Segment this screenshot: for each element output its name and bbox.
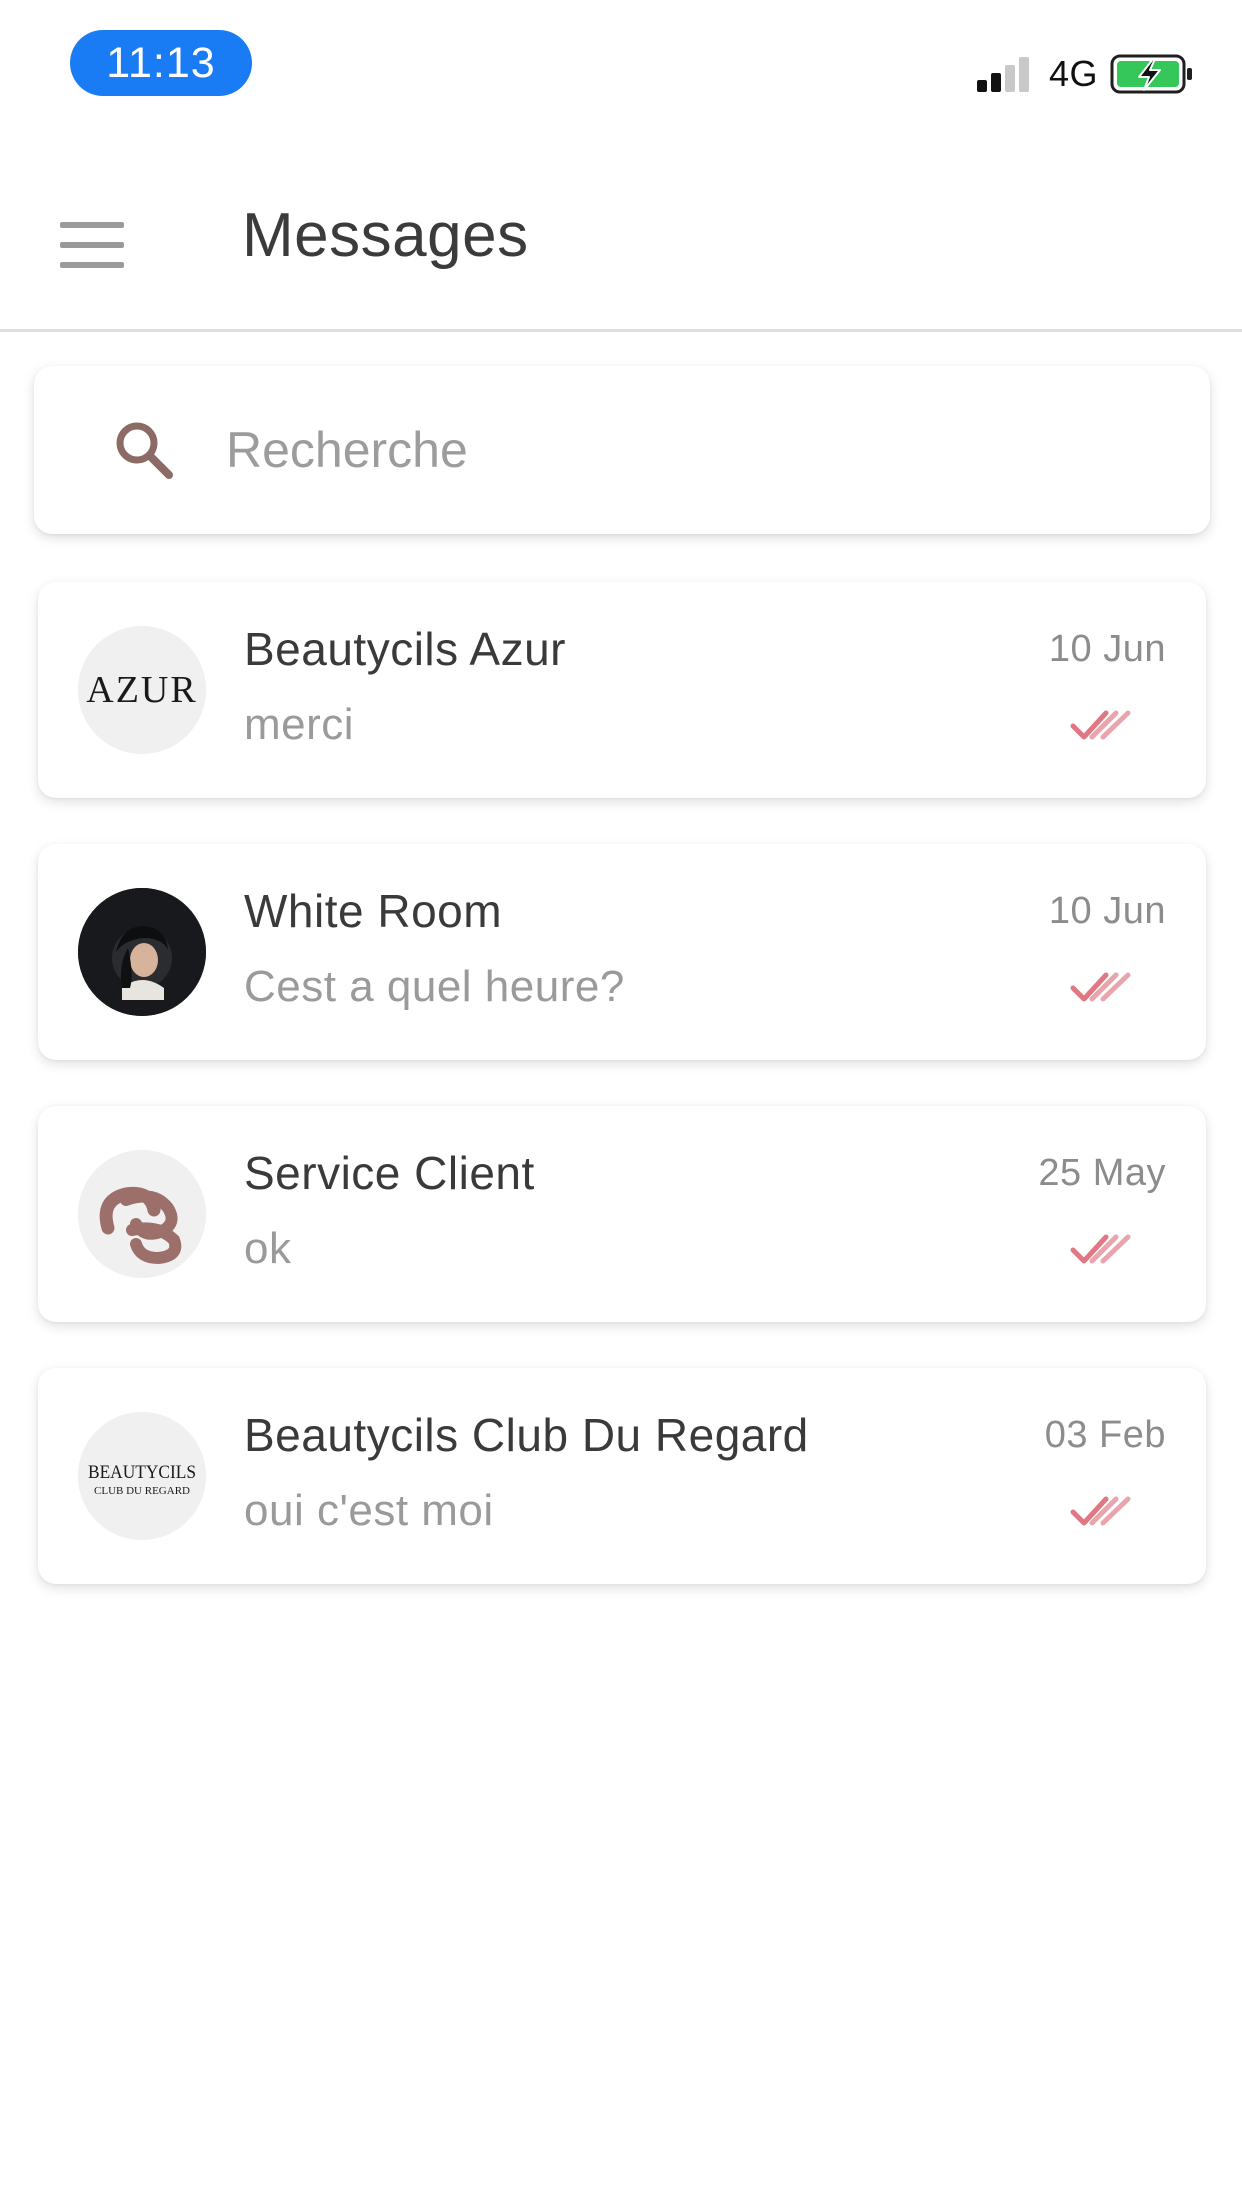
- hamburger-menu-icon[interactable]: [60, 222, 124, 268]
- conversation-preview: oui c'est moi: [244, 1486, 494, 1535]
- beautycils-logo-icon: BEAUTYCILS CLUB DU REGARD: [78, 1412, 206, 1540]
- page-title: Messages: [242, 201, 529, 270]
- avatar: [78, 888, 206, 1016]
- conversation-item-service-client[interactable]: Service Client ok 25 May: [38, 1106, 1206, 1322]
- avatar: BEAUTYCILS CLUB DU REGARD: [78, 1412, 206, 1540]
- profile-photo-icon: [78, 888, 206, 1016]
- conversation-date: 25 May: [1038, 1152, 1166, 1194]
- conversation-date: 10 Jun: [1048, 628, 1166, 670]
- status-indicators: 4G: [975, 52, 1194, 96]
- conversation-preview: ok: [244, 1224, 292, 1273]
- conversation-date: 03 Feb: [1044, 1414, 1166, 1456]
- search-input[interactable]: [226, 410, 1126, 490]
- search-icon: [116, 422, 173, 479]
- conversation-item-white-room[interactable]: White Room Cest a quel heure? 10 Jun: [38, 844, 1206, 1060]
- cb-monogram-logo-icon: [78, 1150, 206, 1278]
- avatar-logo-text: BEAUTYCILS: [88, 1462, 196, 1483]
- double-check-read-icon: [1070, 1234, 1131, 1264]
- conversation-preview: Cest a quel heure?: [244, 962, 625, 1011]
- conversation-item-beautycils-club-du-regard[interactable]: BEAUTYCILS CLUB DU REGARD Beautycils Clu…: [38, 1368, 1206, 1584]
- avatar-logo-subtext: CLUB DU REGARD: [94, 1485, 190, 1497]
- conversation-item-beautycils-azur[interactable]: AZUR Beautycils Azur merci 10 Jun: [38, 582, 1206, 798]
- double-check-read-icon: [1070, 710, 1131, 740]
- avatar: [78, 1150, 206, 1278]
- network-type-label: 4G: [1048, 53, 1098, 94]
- conversation-date: 10 Jun: [1048, 890, 1166, 932]
- double-check-read-icon: [1070, 1496, 1131, 1526]
- azur-logo-icon: AZUR: [78, 626, 206, 754]
- conversation-preview: merci: [244, 700, 355, 749]
- conversation-name: Beautycils Club Du Regard: [244, 1409, 809, 1461]
- battery-charging-icon: [1110, 54, 1192, 94]
- double-check-read-icon: [1070, 972, 1131, 1002]
- cellular-signal-icon: [976, 57, 1029, 92]
- status-bar: 11:13 4G: [0, 0, 1242, 110]
- status-time: 11:13: [70, 30, 252, 96]
- avatar: AZUR: [78, 626, 206, 754]
- app-header: Messages: [0, 160, 1242, 332]
- conversation-name: White Room: [244, 885, 503, 937]
- avatar-logo-text: AZUR: [86, 669, 197, 711]
- conversation-name: Beautycils Azur: [244, 623, 566, 675]
- search-bar[interactable]: [34, 366, 1210, 534]
- conversation-name: Service Client: [244, 1147, 535, 1199]
